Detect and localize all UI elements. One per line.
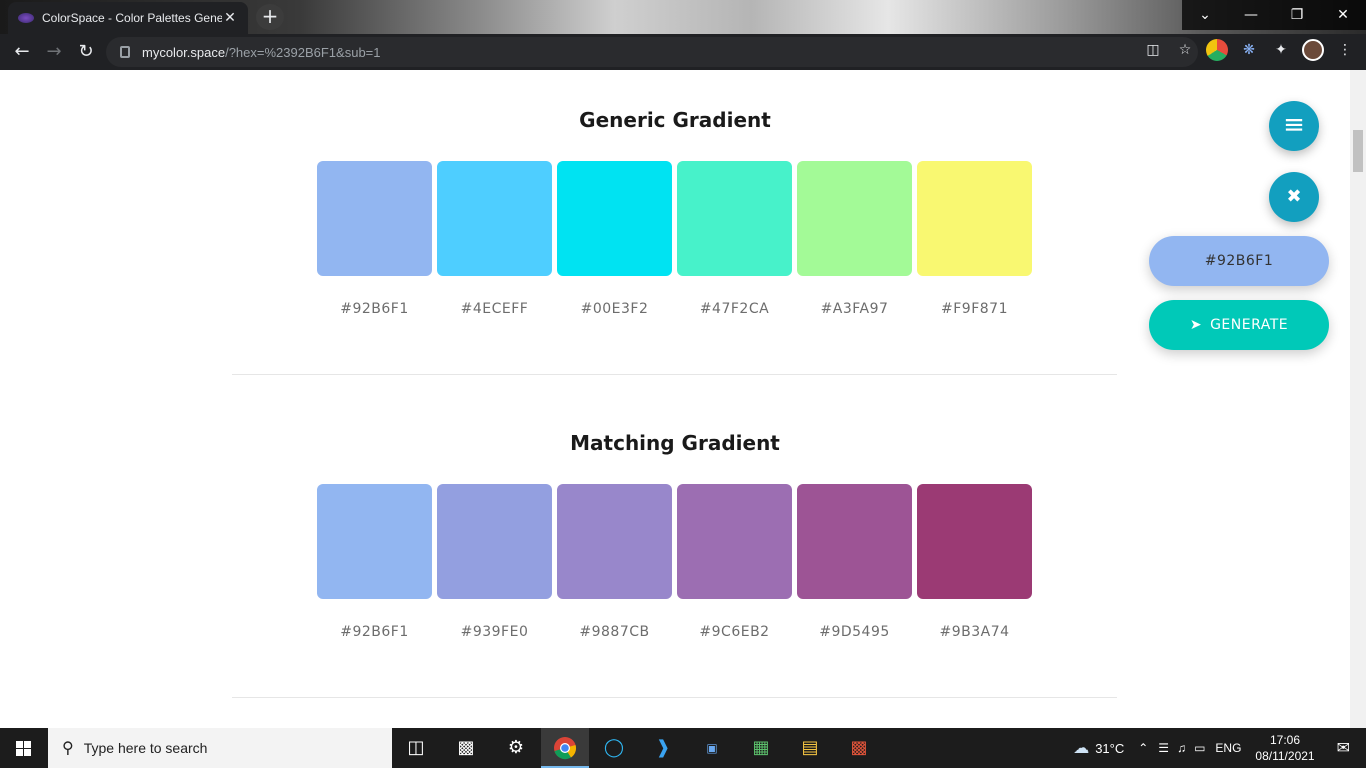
language-indicator[interactable]: ENG [1215, 741, 1241, 755]
forward-arrow-icon[interactable]: → [40, 38, 68, 66]
swatch[interactable] [557, 484, 672, 599]
file-explorer-icon[interactable]: ▤ [786, 728, 834, 768]
toolbar-actions: ◫ ☆ ❋ ✦ ⋮ [1142, 39, 1356, 61]
windows-taskbar: ⚲ Type here to search ◫ ▩ ⚙ ◯ ❱ ▣ ▦ ▤ ▩ … [0, 728, 1366, 768]
lock-icon [120, 46, 130, 58]
scrollbar-thumb[interactable] [1353, 130, 1363, 172]
section-divider [232, 374, 1117, 375]
search-icon: ⚲ [62, 740, 74, 757]
bookmark-star-icon[interactable]: ☆ [1174, 39, 1196, 61]
current-color-pill[interactable]: #92B6F1 [1149, 236, 1329, 286]
extensions-puzzle-icon[interactable]: ✦ [1270, 39, 1292, 61]
swatch-hex-label[interactable]: #9D5495 [797, 624, 912, 640]
tab-close-icon[interactable]: ✕ [222, 10, 238, 26]
section-title-matching-gradient: Matching Gradient [570, 431, 780, 455]
volume-icon[interactable]: ♫ [1177, 741, 1186, 755]
close-window-button[interactable]: ✕ [1320, 0, 1366, 30]
reload-icon[interactable]: ↻ [72, 38, 100, 66]
clock-date: 08/11/2021 [1255, 749, 1315, 763]
weather-cloud-icon[interactable]: ☁ [1073, 738, 1089, 758]
battery-icon[interactable]: ▭ [1194, 741, 1205, 755]
wifi-icon[interactable]: ☰ [1158, 741, 1169, 755]
swatch-hex-label[interactable]: #9B3A74 [917, 624, 1032, 640]
clock-time: 17:06 [1269, 733, 1301, 747]
swatch[interactable] [917, 161, 1032, 276]
colorspace-favicon-icon [18, 13, 34, 23]
powerpoint-icon[interactable]: ▩ [835, 728, 883, 768]
swatch-hex-label[interactable]: #939FE0 [437, 624, 552, 640]
url-host: mycolor.space [142, 44, 226, 60]
browser-titlebar: ColorSpace - Color Palettes Gene ✕ + ⌄ —… [0, 0, 1366, 34]
chart-app-icon[interactable]: ▦ [737, 728, 785, 768]
back-arrow-icon[interactable]: ← [8, 38, 36, 66]
browser-tab[interactable]: ColorSpace - Color Palettes Gene ✕ [8, 2, 248, 34]
swatch[interactable] [437, 484, 552, 599]
task-view-icon[interactable]: ◫ [392, 728, 440, 768]
tab-title: ColorSpace - Color Palettes Gene [42, 11, 222, 25]
tab-search-icon[interactable]: ⌄ [1182, 0, 1228, 30]
swatch[interactable] [797, 484, 912, 599]
taskbar-search-box[interactable]: ⚲ Type here to search [48, 728, 392, 768]
extension-gear-icon[interactable]: ❋ [1238, 39, 1260, 61]
browser-toolbar: ← → ↻ mycolor.space /?hex=%2392B6F1&sub=… [0, 34, 1366, 70]
swatch-hex-label[interactable]: #47F2CA [677, 301, 792, 317]
minimize-button[interactable]: — [1228, 0, 1274, 30]
url-path: /?hex=%2392B6F1&sub=1 [225, 44, 381, 60]
swatch-hex-label[interactable]: #00E3F2 [557, 301, 672, 317]
swatch-hex-label[interactable]: #92B6F1 [317, 624, 432, 640]
swatch[interactable] [317, 484, 432, 599]
chrome-icon[interactable] [541, 728, 589, 768]
section-title-generic-gradient: Generic Gradient [579, 108, 771, 132]
rocket-icon: ➤ [1189, 317, 1203, 333]
swatch-hex-label[interactable]: #4ECEFF [437, 301, 552, 317]
swatch[interactable] [917, 484, 1032, 599]
translate-icon[interactable]: ◫ [1142, 39, 1164, 61]
terminal-icon[interactable]: ▩ [442, 728, 490, 768]
notifications-icon[interactable]: ✉ [1337, 738, 1350, 758]
swatch[interactable] [677, 484, 792, 599]
swatch[interactable] [797, 161, 912, 276]
browser-menu-icon[interactable]: ⋮ [1334, 39, 1356, 61]
clock[interactable]: 17:06 08/11/2021 [1255, 732, 1314, 764]
swatch-hex-label[interactable]: #A3FA97 [797, 301, 912, 317]
restore-button[interactable]: ❐ [1274, 0, 1320, 30]
swatch[interactable] [317, 161, 432, 276]
new-tab-button[interactable]: + [256, 4, 284, 30]
swatch-hex-label[interactable]: #9887CB [557, 624, 672, 640]
generate-button[interactable]: ➤ GENERATE [1149, 300, 1329, 350]
swatch[interactable] [437, 161, 552, 276]
close-icon-button[interactable]: ✖ [1269, 172, 1319, 222]
windows-start-icon[interactable] [0, 728, 48, 768]
profile-avatar[interactable] [1302, 39, 1324, 61]
chevron-up-icon[interactable]: ⌃ [1138, 741, 1148, 755]
swatch-hex-label[interactable]: #F9F871 [917, 301, 1032, 317]
edge-icon[interactable]: ◯ [590, 728, 638, 768]
section-divider [232, 697, 1117, 698]
swatch[interactable] [677, 161, 792, 276]
swatch-hex-label[interactable]: #9C6EB2 [677, 624, 792, 640]
dev-app-icon[interactable]: ▣ [688, 728, 736, 768]
settings-gear-icon[interactable]: ⚙ [492, 728, 540, 768]
search-placeholder: Type here to search [83, 740, 208, 756]
swatch[interactable] [557, 161, 672, 276]
weather-temperature[interactable]: 31°C [1095, 741, 1124, 756]
system-tray: ☁ 31°C ⌃ ☰ ♫ ▭ ENG 17:06 08/11/2021 ✉ [1073, 728, 1366, 768]
page-scrollbar[interactable] [1350, 70, 1366, 728]
menu-icon-button[interactable]: ≡ [1269, 101, 1319, 151]
page-content: Generic Gradient #92B6F1 #4ECEFF #00E3F2… [0, 70, 1366, 728]
address-bar[interactable]: mycolor.space /?hex=%2392B6F1&sub=1 [106, 37, 1198, 67]
vscode-icon[interactable]: ❱ [639, 728, 687, 768]
generate-label: GENERATE [1210, 317, 1289, 333]
swatch-hex-label[interactable]: #92B6F1 [317, 301, 432, 317]
window-controls: ⌄ — ❐ ✕ [1182, 0, 1366, 30]
extension-colorful-icon[interactable] [1206, 39, 1228, 61]
